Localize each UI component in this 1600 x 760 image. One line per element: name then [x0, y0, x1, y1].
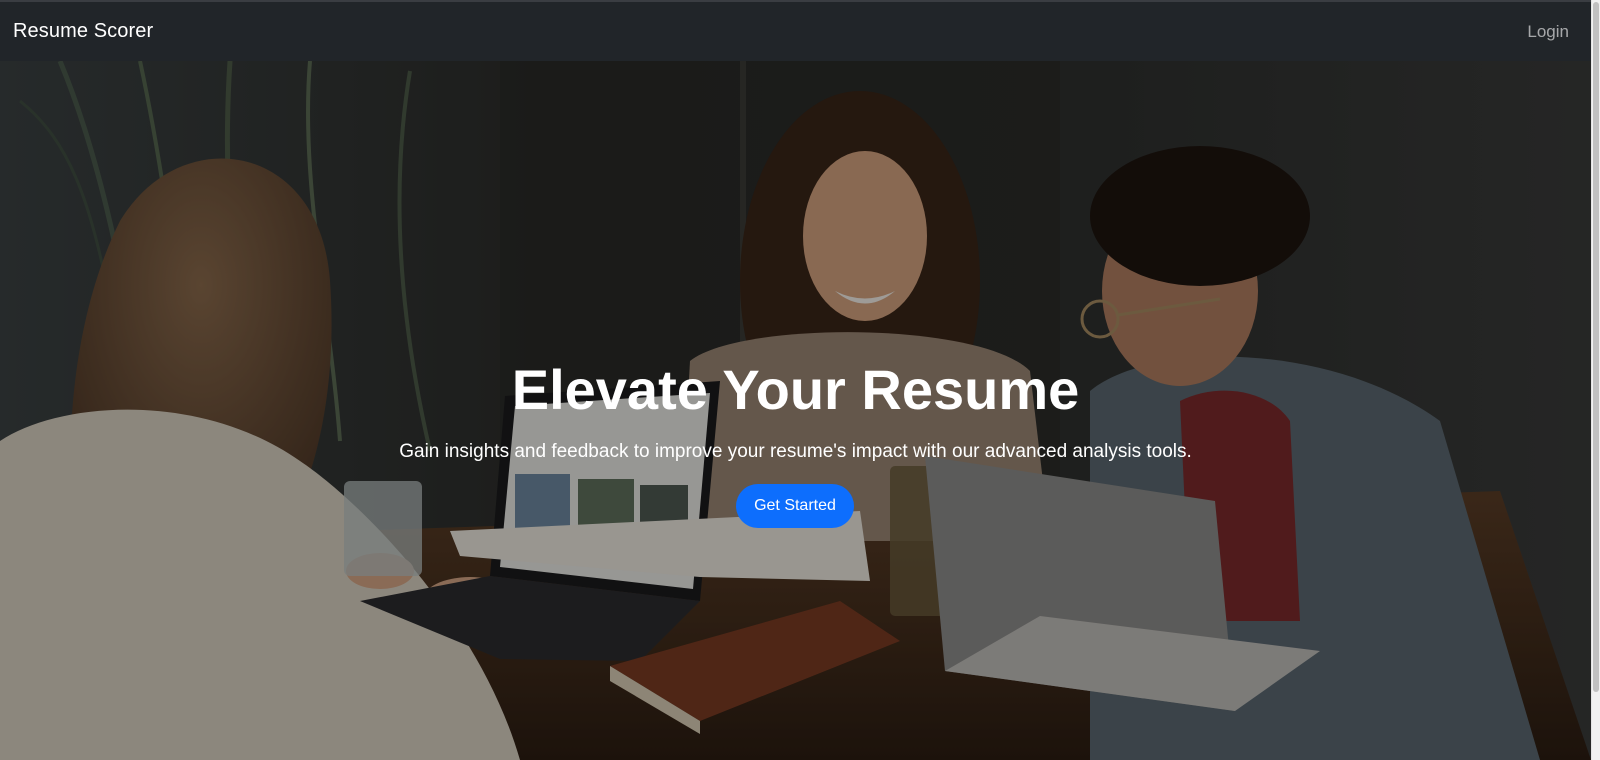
login-link[interactable]: Login — [1527, 22, 1569, 42]
brand-link[interactable]: Resume Scorer — [13, 20, 153, 43]
hero-title: Elevate Your Resume — [511, 358, 1080, 421]
hero-subtitle: Gain insights and feedback to improve yo… — [399, 441, 1192, 462]
scrollbar-thumb[interactable] — [1593, 2, 1599, 692]
hero-content: Elevate Your Resume Gain insights and fe… — [0, 61, 1591, 760]
browser-viewport: Resume Scorer Login Elevate Your Resume … — [0, 0, 1591, 760]
vertical-scrollbar[interactable] — [1591, 0, 1600, 760]
top-navbar: Resume Scorer Login — [0, 2, 1591, 61]
hero-section: Elevate Your Resume Gain insights and fe… — [0, 61, 1591, 760]
get-started-button[interactable]: Get Started — [736, 484, 854, 528]
